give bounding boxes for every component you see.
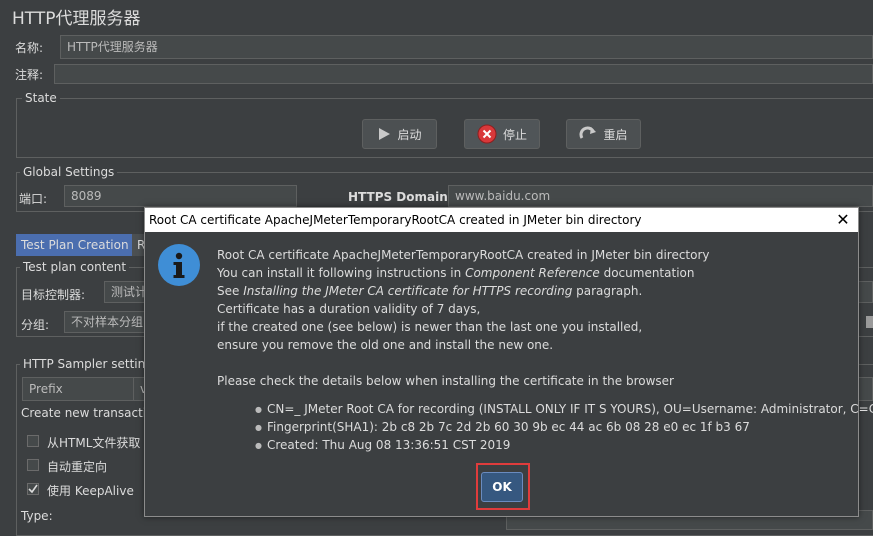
dialog-title: Root CA certificate ApacheJMeterTemporar… <box>149 213 642 227</box>
name-input[interactable]: HTTP代理服务器 <box>60 35 873 59</box>
state-group-title: State <box>22 91 60 105</box>
comment-label: 注释: <box>15 68 44 82</box>
dialog-line-2: You can install it following instruction… <box>217 266 695 280</box>
target-controller-right-edge <box>858 281 873 303</box>
keepalive-checkbox-label: 使用 KeepAlive <box>47 484 134 498</box>
name-label: 名称: <box>15 41 44 55</box>
type-label: Type: <box>21 509 53 523</box>
play-icon <box>379 128 391 140</box>
https-domains-label: HTTPS Domains: <box>348 190 460 204</box>
grouping-scroll-indicator <box>866 316 873 328</box>
test-plan-content-title: Test plan content <box>20 260 130 274</box>
sampler-right-field-edge <box>858 377 873 401</box>
stop-button-label: 停止 <box>502 127 527 142</box>
redirect-checkbox-label: 自动重定向 <box>47 460 108 474</box>
global-settings-title: Global Settings <box>20 165 118 179</box>
cert-cn-item: CN=_ JMeter Root CA for recording (INSTA… <box>255 402 873 416</box>
port-input[interactable]: 8089 <box>64 185 297 207</box>
target-controller-label: 目标控制器: <box>21 288 86 302</box>
port-label: 端口: <box>19 192 48 206</box>
root-ca-dialog: Root CA certificate ApacheJMeterTemporar… <box>144 207 873 517</box>
restart-button[interactable]: 重启 <box>566 119 641 149</box>
close-icon[interactable]: ✕ <box>834 208 852 232</box>
checkmark-icon <box>28 484 38 494</box>
https-domains-input[interactable]: www.baidu.com <box>448 185 873 207</box>
installing-ca-text: Installing the JMeter CA certificate for… <box>243 284 573 298</box>
html-checkbox-label: 从HTML文件获取 <box>47 436 141 450</box>
restart-icon <box>579 126 597 139</box>
redirect-checkbox[interactable] <box>27 459 39 471</box>
dialog-line-6: ensure you remove the old one and instal… <box>217 338 554 352</box>
dialog-line-5: if the created one (see below) is newer … <box>217 320 643 334</box>
page-title: HTTP代理服务器 <box>12 9 141 29</box>
grouping-select[interactable]: 不对样本分组 <box>64 311 154 333</box>
create-transaction-label: Create new transactio <box>21 406 154 420</box>
grouping-label: 分组: <box>21 318 50 332</box>
dialog-line-1: Root CA certificate ApacheJMeterTemporar… <box>217 248 710 262</box>
dialog-line-3: See Installing the JMeter CA certificate… <box>217 284 643 298</box>
state-group <box>16 98 873 158</box>
http-sampler-title: HTTP Sampler setting <box>20 357 156 371</box>
restart-button-label: 重启 <box>603 127 628 142</box>
keepalive-checkbox[interactable] <box>27 483 39 495</box>
comment-input[interactable] <box>54 64 873 84</box>
cert-fingerprint-item: Fingerprint(SHA1): 2b c8 2b 7c 2d 2b 60 … <box>255 420 750 434</box>
stop-button[interactable]: 停止 <box>464 119 540 149</box>
info-icon <box>158 244 200 286</box>
component-reference-text: Component Reference <box>465 266 600 280</box>
start-button-label: 启动 <box>397 127 422 142</box>
ok-button[interactable]: OK <box>481 472 523 502</box>
prefix-select[interactable]: Prefix <box>22 377 134 401</box>
stop-icon <box>477 124 497 144</box>
dialog-line-7: Please check the details below when inst… <box>217 374 674 388</box>
dialog-titlebar: Root CA certificate ApacheJMeterTemporar… <box>145 208 858 232</box>
cert-created-item: Created: Thu Aug 08 13:36:51 CST 2019 <box>255 438 510 452</box>
html-checkbox[interactable] <box>27 435 39 447</box>
start-button[interactable]: 启动 <box>362 119 437 149</box>
tab-test-plan-creation[interactable]: Test Plan Creation <box>16 234 134 256</box>
dialog-line-4: Certificate has a duration validity of 7… <box>217 302 481 316</box>
